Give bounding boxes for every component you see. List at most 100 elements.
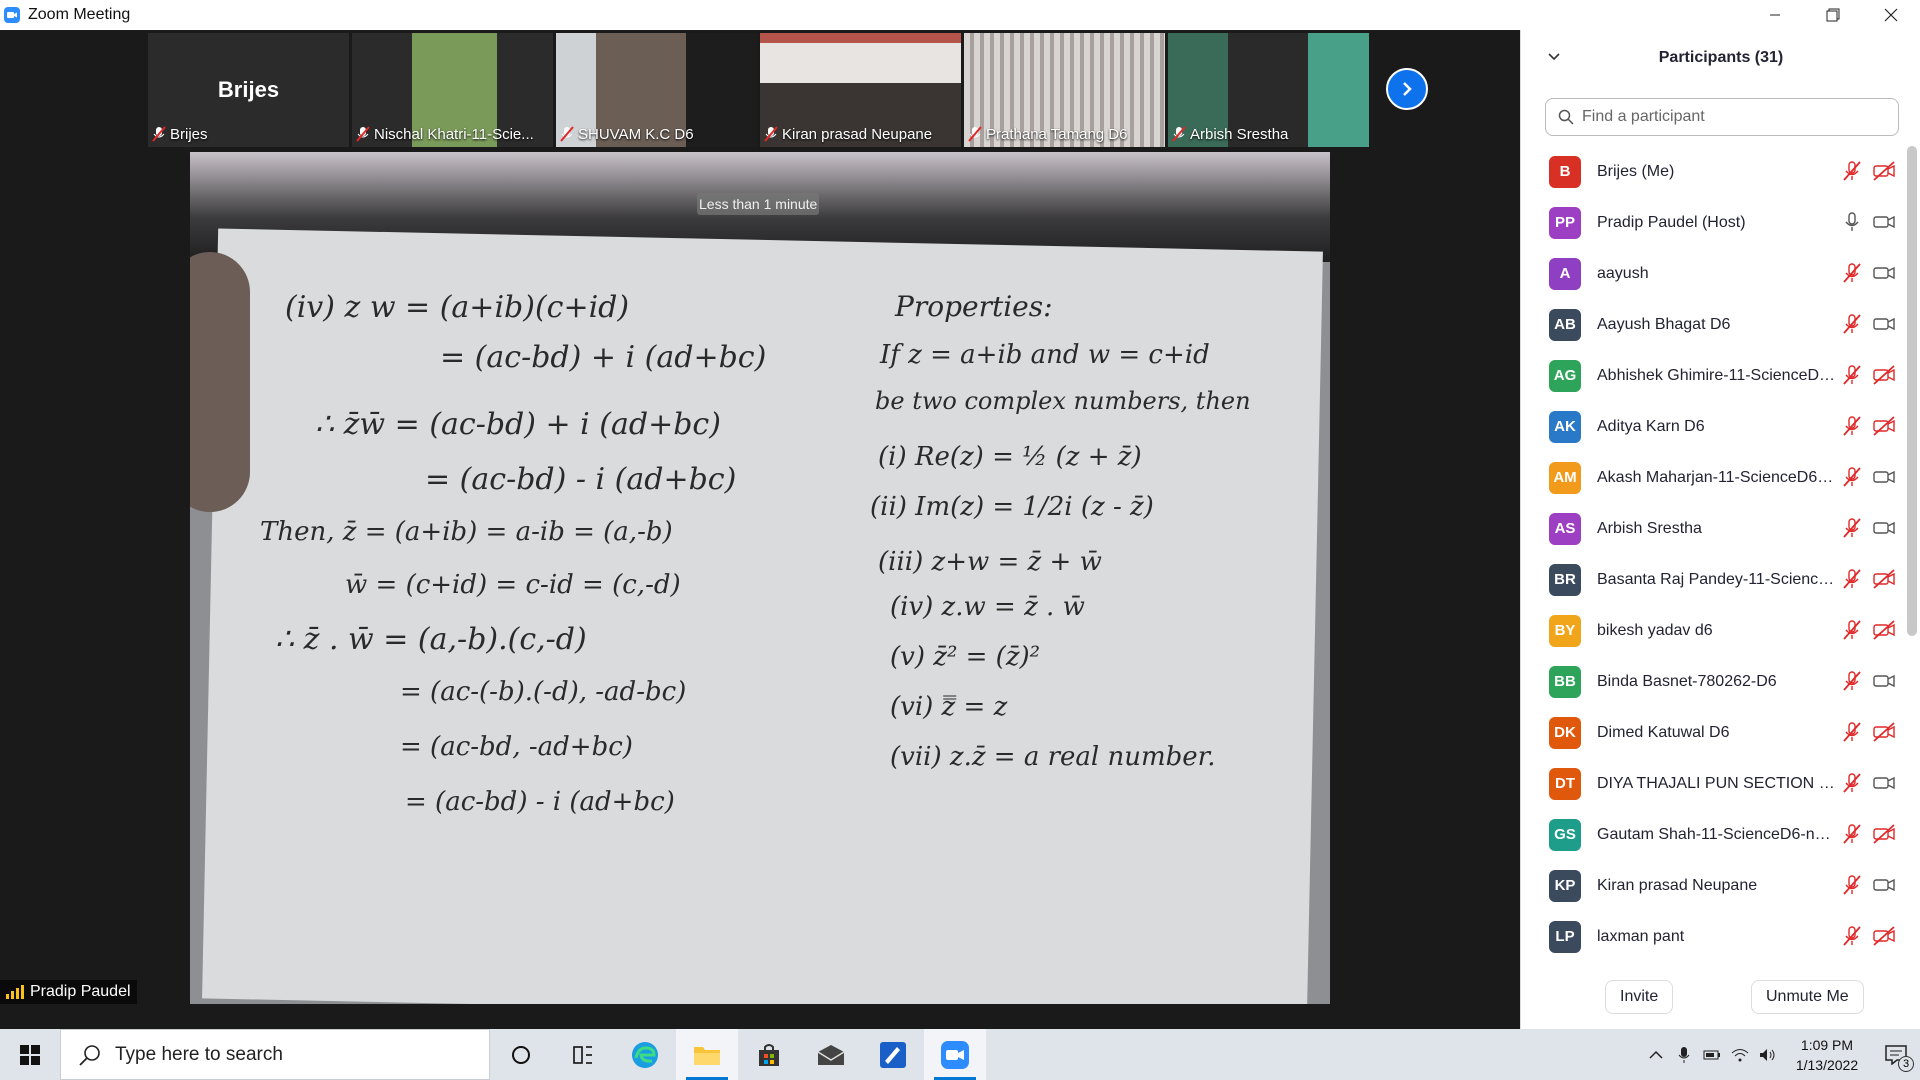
participants-header: Participants (31) [1521, 30, 1920, 86]
participant-row[interactable]: DK Dimed Katuwal D6 [1521, 707, 1913, 758]
muted-mic-icon[interactable] [1841, 926, 1863, 946]
mail-icon[interactable] [800, 1029, 862, 1080]
chevron-down-icon[interactable] [1547, 50, 1561, 64]
next-page-button[interactable] [1386, 68, 1428, 110]
muted-mic-icon[interactable] [1841, 875, 1863, 895]
action-center-button[interactable]: 3 [1872, 1029, 1920, 1080]
participant-search-input[interactable] [1582, 108, 1882, 126]
board-line: = (ac-bd) - i (ad+bc) [425, 462, 737, 497]
participant-row[interactable]: AB Aayush Bhagat D6 [1521, 299, 1913, 350]
notification-count-badge: 3 [1898, 1056, 1914, 1072]
muted-mic-icon[interactable] [1841, 263, 1863, 283]
start-button[interactable] [0, 1029, 60, 1080]
volume-icon[interactable] [1754, 1029, 1782, 1080]
muted-mic-icon[interactable] [1841, 467, 1863, 487]
battery-icon[interactable] [1698, 1029, 1726, 1080]
microphone-icon[interactable] [1670, 1029, 1698, 1080]
video-thumbnail[interactable]: Arbish Srestha [1168, 33, 1369, 147]
unmute-me-button[interactable]: Unmute Me [1751, 980, 1864, 1014]
muted-mic-icon [356, 126, 370, 142]
participant-row[interactable]: BB Binda Basnet-780262-D6 [1521, 656, 1913, 707]
taskbar-search-box[interactable]: Type here to search [60, 1029, 490, 1080]
video-off-icon[interactable] [1873, 722, 1895, 742]
video-off-icon[interactable] [1873, 161, 1895, 181]
muted-mic-icon[interactable] [1841, 416, 1863, 436]
windows-taskbar: Type here to search 1:09 PM 1/13/2022 3 [0, 1029, 1920, 1080]
board-line: ∴ z̄w̄ = (ac-bd) + i (ad+bc) [315, 407, 721, 442]
video-camera-icon[interactable] [1873, 671, 1895, 691]
muted-mic-icon[interactable] [1841, 365, 1863, 385]
board-line: = (ac-bd) + i (ad+bc) [440, 340, 767, 375]
taskbar-clock[interactable]: 1:09 PM 1/13/2022 [1782, 1035, 1872, 1075]
video-camera-icon[interactable] [1873, 773, 1895, 793]
participant-name: Kiran prasad Neupane [1597, 876, 1758, 894]
video-thumbnail[interactable]: SHUVAM K.C D6 [556, 33, 757, 147]
avatar: BB [1549, 665, 1581, 698]
video-off-icon[interactable] [1873, 416, 1895, 436]
muted-mic-icon[interactable] [1841, 671, 1863, 691]
participant-name: Binda Basnet-780262-D6 [1597, 672, 1777, 690]
video-thumbnail[interactable]: Kiran prasad Neupane [760, 33, 961, 147]
video-off-icon[interactable] [1873, 824, 1895, 844]
muted-mic-icon[interactable] [1841, 569, 1863, 589]
zoom-icon[interactable] [924, 1029, 986, 1080]
board-line: (i) Re(z) = ½ (z + z̄) [878, 442, 1142, 472]
store-icon[interactable] [738, 1029, 800, 1080]
video-camera-icon[interactable] [1873, 467, 1895, 487]
video-off-icon[interactable] [1873, 569, 1895, 589]
wifi-icon[interactable] [1726, 1029, 1754, 1080]
participant-row[interactable]: AS Arbish Srestha [1521, 503, 1913, 554]
search-icon [79, 1044, 100, 1066]
edge-icon[interactable] [614, 1029, 676, 1080]
shared-video-view: (iv) z w = (a+ib)(c+id) = (ac-bd) + i (a… [190, 152, 1330, 1004]
muted-mic-icon[interactable] [1841, 824, 1863, 844]
participant-name: Pradip Paudel (Host) [1597, 213, 1746, 231]
video-off-icon[interactable] [1873, 926, 1895, 946]
close-button[interactable] [1862, 0, 1920, 30]
participant-row[interactable]: AK Aditya Karn D6 [1521, 401, 1913, 452]
participant-row[interactable]: B Brijes (Me) [1521, 146, 1913, 197]
participant-search-box[interactable] [1545, 98, 1899, 136]
whiteboard-icon[interactable] [862, 1029, 924, 1080]
muted-mic-icon[interactable] [1841, 620, 1863, 640]
avatar: LP [1549, 920, 1581, 953]
participant-row[interactable]: BY bikesh yadav d6 [1521, 605, 1913, 656]
muted-mic-icon[interactable] [1841, 161, 1863, 181]
participant-row[interactable]: LP laxman pant [1521, 911, 1913, 962]
participant-row[interactable]: DT DIYA THAJALI PUN SECTION D6 [1521, 758, 1913, 809]
participant-row[interactable]: AG Abhishek Ghimire-11-ScienceD6... [1521, 350, 1913, 401]
muted-mic-icon[interactable] [1841, 722, 1863, 742]
participant-row[interactable]: KP Kiran prasad Neupane [1521, 860, 1913, 911]
file-explorer-icon[interactable] [676, 1029, 738, 1080]
video-camera-icon[interactable] [1873, 875, 1895, 895]
video-thumbnail[interactable]: Prathana Tamang D6 [964, 33, 1165, 147]
minimize-button[interactable] [1746, 0, 1804, 30]
participant-row[interactable]: AM Akash Maharjan-11-ScienceD6-n... [1521, 452, 1913, 503]
video-camera-icon[interactable] [1873, 518, 1895, 538]
avatar: PP [1549, 206, 1581, 239]
chevron-up-icon[interactable] [1642, 1029, 1670, 1080]
video-off-icon[interactable] [1873, 620, 1895, 640]
video-camera-icon[interactable] [1873, 212, 1895, 232]
cortana-icon[interactable] [490, 1029, 552, 1080]
muted-mic-icon[interactable] [1841, 314, 1863, 334]
video-camera-icon[interactable] [1873, 314, 1895, 334]
invite-button[interactable]: Invite [1605, 980, 1674, 1014]
muted-mic-icon[interactable] [1841, 773, 1863, 793]
participant-row[interactable]: GS Gautam Shah-11-ScienceD6-null... [1521, 809, 1913, 860]
muted-mic-icon[interactable] [1841, 518, 1863, 538]
clock-date: 1/13/2022 [1795, 1056, 1859, 1073]
video-off-icon[interactable] [1873, 365, 1895, 385]
participant-row[interactable]: Aaayush [1521, 248, 1913, 299]
presenter-hand [190, 252, 250, 512]
participant-row[interactable]: BR Basanta Raj Pandey-11-ScienceD... [1521, 554, 1913, 605]
video-thumbnail[interactable]: Nischal Khatri-11-Scie... [352, 33, 553, 147]
participant-row[interactable]: PP Pradip Paudel (Host) [1521, 197, 1913, 248]
video-camera-icon[interactable] [1873, 263, 1895, 283]
microphone-icon[interactable] [1841, 212, 1863, 232]
video-thumbnail[interactable]: Brijes Brijes [148, 33, 349, 147]
task-view-icon[interactable] [552, 1029, 614, 1080]
restore-button[interactable] [1804, 0, 1862, 30]
participant-list-scrollbar[interactable] [1907, 146, 1917, 636]
clock-time: 1:09 PM [1800, 1036, 1854, 1053]
